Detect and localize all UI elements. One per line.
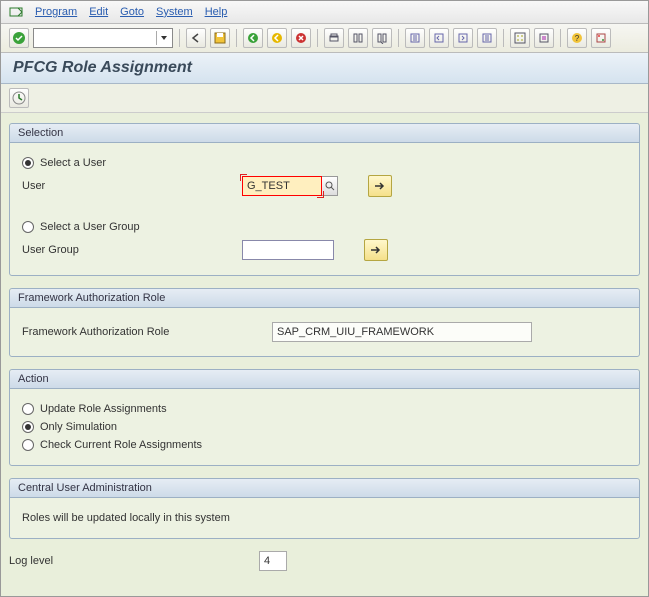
menu-program[interactable]: Program [35,6,77,18]
command-field[interactable] [33,28,173,48]
page-title: PFCG Role Assignment [1,53,648,84]
print-icon[interactable] [324,28,344,48]
shortcut-icon[interactable] [534,28,554,48]
menu-edit[interactable]: Edit [89,6,108,18]
radio-simulation-label: Only Simulation [40,421,117,433]
svg-text:?: ? [575,34,580,43]
system-toolbar: ? [1,24,648,53]
sap-window: Program Edit Goto System Help [0,0,649,597]
radio-select-group-label: Select a User Group [40,221,140,233]
radio-select-user[interactable] [22,157,34,169]
framework-label: Framework Authorization Role [22,326,272,338]
user-f4-button[interactable] [322,176,338,196]
enter-button[interactable] [9,28,29,48]
loglevel-label: Log level [9,555,259,567]
cua-group: Central User Administration Roles will b… [9,478,640,539]
user-multi-select-button[interactable] [368,175,392,197]
back-icon[interactable] [186,28,206,48]
selection-title: Selection [10,124,639,143]
cancel-icon[interactable] [291,28,311,48]
customize-icon[interactable] [591,28,611,48]
first-page-icon[interactable] [405,28,425,48]
user-input[interactable]: G_TEST [242,176,322,196]
user-label: User [22,180,242,192]
loglevel-value[interactable]: 4 [259,551,287,571]
find-next-icon[interactable] [372,28,392,48]
window-menu-icon[interactable] [9,5,23,19]
menubar: Program Edit Goto System Help [1,1,648,24]
menu-system[interactable]: System [156,6,193,18]
radio-check[interactable] [22,439,34,451]
prev-page-icon[interactable] [429,28,449,48]
action-group: Action Update Role Assignments Only Simu… [9,369,640,466]
framework-group: Framework Authorization Role Framework A… [9,288,640,357]
framework-value: SAP_CRM_UIU_FRAMEWORK [272,322,532,342]
group-input[interactable] [242,240,334,260]
radio-select-user-row: Select a User [22,157,627,169]
framework-title: Framework Authorization Role [10,289,639,308]
group-label: User Group [22,244,242,256]
exit-icon[interactable] [267,28,287,48]
action-title: Action [10,370,639,389]
menu-goto[interactable]: Goto [120,6,144,18]
cua-title: Central User Administration [10,479,639,498]
radio-simulation[interactable] [22,421,34,433]
next-page-icon[interactable] [453,28,473,48]
radio-update-label: Update Role Assignments [40,403,167,415]
help-icon[interactable]: ? [567,28,587,48]
radio-update[interactable] [22,403,34,415]
radio-check-label: Check Current Role Assignments [40,439,202,451]
last-page-icon[interactable] [477,28,497,48]
execute-icon[interactable] [9,88,29,108]
cua-text: Roles will be updated locally in this sy… [22,512,230,524]
dropdown-arrow-icon[interactable] [156,31,170,45]
menu-help[interactable]: Help [205,6,228,18]
selection-group: Selection Select a User User G_TEST [9,123,640,276]
radio-select-group[interactable] [22,221,34,233]
new-session-icon[interactable] [510,28,530,48]
find-icon[interactable] [348,28,368,48]
app-toolbar [1,84,648,113]
group-multi-select-button[interactable] [364,239,388,261]
radio-select-user-label: Select a User [40,157,106,169]
content-area: Selection Select a User User G_TEST [1,113,648,596]
back-green-icon[interactable] [243,28,263,48]
save-icon[interactable] [210,28,230,48]
radio-select-group-row: Select a User Group [22,221,627,233]
